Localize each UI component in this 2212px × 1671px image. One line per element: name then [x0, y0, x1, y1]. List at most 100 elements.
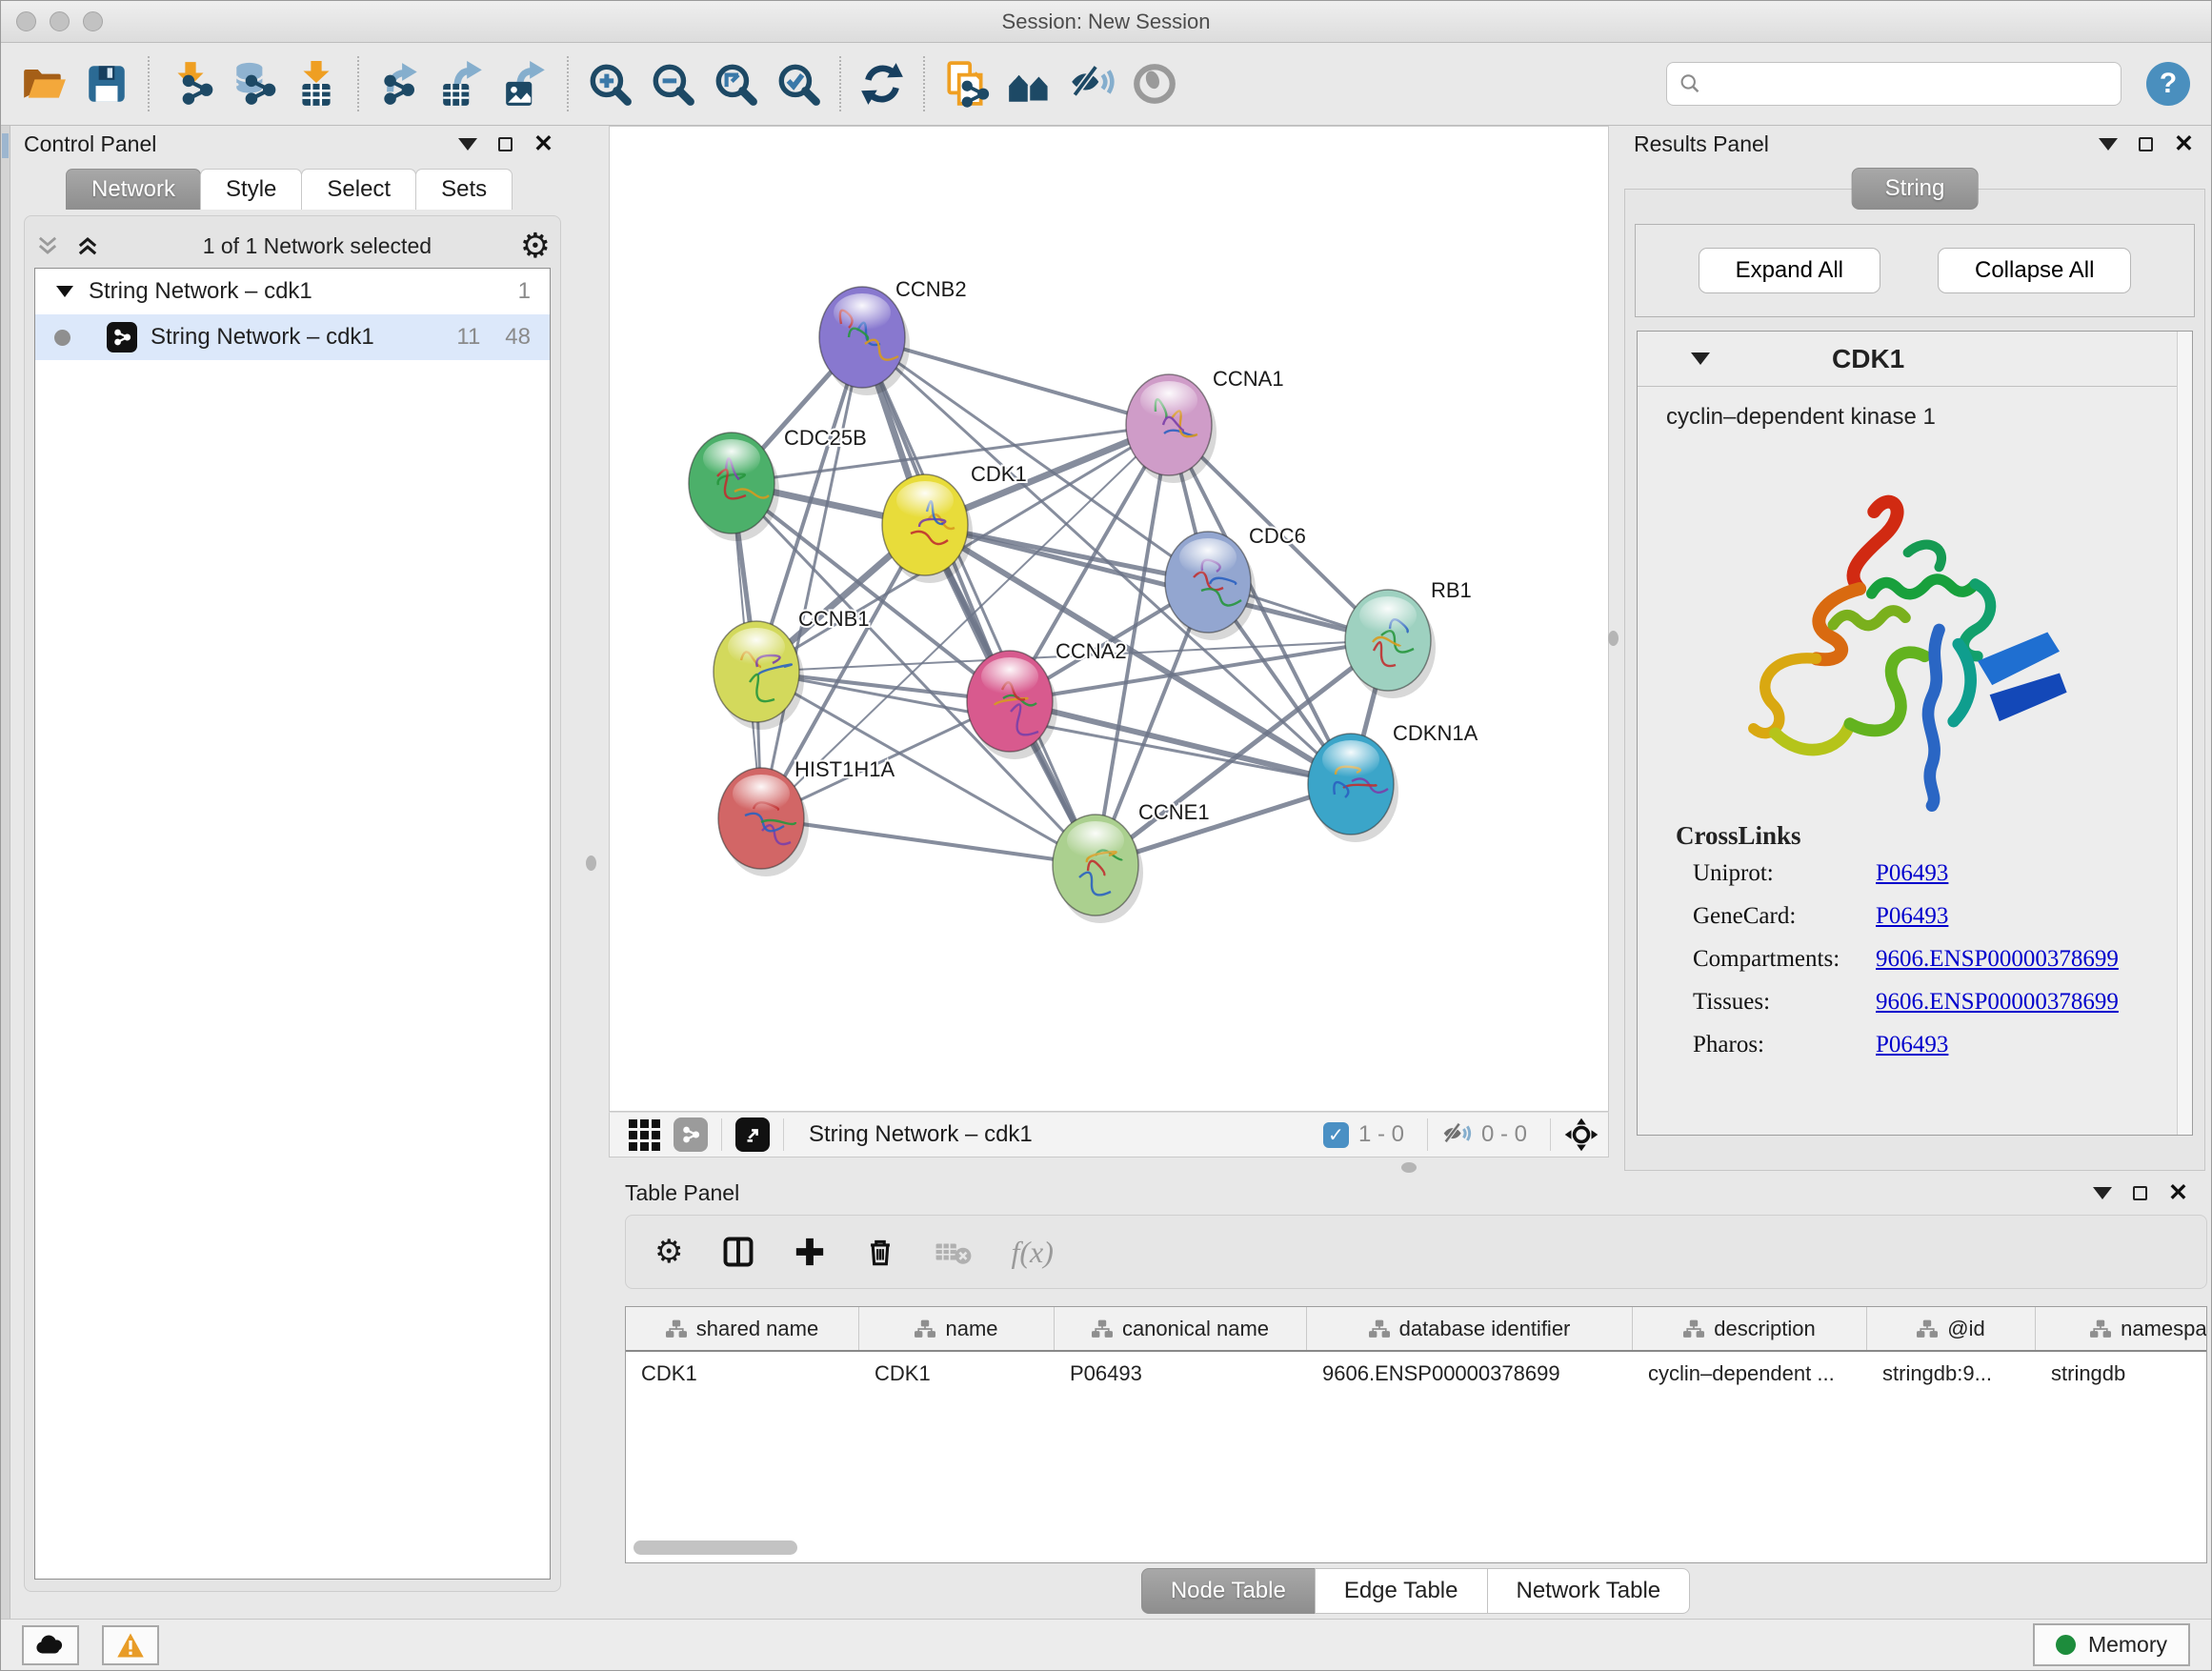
import-network-from-database-icon[interactable]	[222, 50, 285, 117]
column-header-name[interactable]: name	[859, 1307, 1055, 1350]
open-session-icon[interactable]	[12, 50, 75, 117]
refresh-view-icon[interactable]	[851, 50, 914, 117]
tab-sets[interactable]: Sets	[415, 169, 513, 210]
node-entry-header[interactable]: CDK1	[1638, 332, 2192, 387]
zoom-out-icon[interactable]	[641, 50, 704, 117]
detach-view-icon[interactable]	[735, 1117, 770, 1152]
import-table-from-file-icon[interactable]	[285, 50, 348, 117]
selected-checkbox-icon[interactable]: ✓	[1323, 1122, 1349, 1148]
birds-eye-view-icon[interactable]	[1564, 1117, 1599, 1152]
tab-edge-table[interactable]: Edge Table	[1315, 1568, 1488, 1614]
delete-table-icon[interactable]	[935, 1236, 973, 1268]
crosslink-row: Compartments:9606.ENSP00000378699	[1676, 946, 2192, 973]
panel-close-icon[interactable]: ✕	[2168, 1181, 2188, 1205]
table-settings-gear-icon[interactable]: ⚙	[654, 1236, 683, 1268]
help-icon[interactable]: ?	[2146, 62, 2190, 106]
control-panel-title: Control Panel	[24, 131, 156, 157]
grid-view-icon[interactable]	[629, 1119, 660, 1151]
panel-float-icon[interactable]	[498, 137, 513, 151]
table-cell[interactable]: 9606.ENSP00000378699	[1307, 1352, 1633, 1396]
zoom-selected-icon[interactable]	[767, 50, 830, 117]
network-thumbnail-icon[interactable]	[674, 1117, 708, 1152]
tab-network-table[interactable]: Network Table	[1487, 1568, 1691, 1614]
hide-selected-icon[interactable]	[1060, 50, 1123, 117]
delete-column-icon[interactable]	[864, 1236, 896, 1268]
left-divider-handle[interactable]	[586, 856, 596, 871]
table-cell[interactable]: cyclin–dependent ...	[1633, 1352, 1867, 1396]
expand-all-icon[interactable]	[74, 232, 101, 259]
search-box[interactable]	[1666, 62, 2122, 106]
close-window-button[interactable]	[16, 11, 36, 31]
tab-network[interactable]: Network	[66, 169, 201, 210]
table-cell[interactable]: P06493	[1055, 1352, 1307, 1396]
crosslink-link[interactable]: 9606.ENSP00000378699	[1876, 989, 2119, 1016]
network-canvas[interactable]: CCNB2CCNA1CDC25BCDK1CDC6RB1CCNB1CCNA2CDK…	[609, 126, 1609, 1112]
duplicate-network-icon[interactable]	[935, 50, 997, 117]
crosslink-link[interactable]: P06493	[1876, 903, 1948, 930]
column-header-sharedname[interactable]: shared name	[626, 1307, 859, 1350]
panel-float-icon[interactable]	[2133, 1186, 2147, 1200]
export-network-icon[interactable]	[369, 50, 432, 117]
minimize-window-button[interactable]	[50, 11, 70, 31]
export-table-icon[interactable]	[432, 50, 494, 117]
table-cell[interactable]: CDK1	[626, 1352, 859, 1396]
panel-close-icon[interactable]: ✕	[2174, 132, 2194, 156]
network-collection-row[interactable]: String Network – cdk1 1	[35, 269, 550, 314]
split-column-icon[interactable]	[721, 1235, 755, 1269]
panel-menu-icon[interactable]	[2093, 1187, 2112, 1199]
table-horizontal-scrollbar[interactable]	[633, 1540, 797, 1555]
crosslink-label: Tissues:	[1676, 989, 1876, 1016]
first-neighbors-icon[interactable]	[997, 50, 1060, 117]
save-session-icon[interactable]	[75, 50, 138, 117]
panel-menu-icon[interactable]	[458, 138, 477, 151]
network-row-selected[interactable]: String Network – cdk1 11 48	[35, 314, 550, 360]
cloud-status-button[interactable]	[22, 1625, 79, 1665]
warning-icon	[116, 1632, 145, 1659]
tab-string[interactable]: String	[1852, 168, 1979, 210]
search-input[interactable]	[1702, 71, 2109, 96]
toolbar-separator	[839, 56, 841, 111]
memory-indicator[interactable]: Memory	[2033, 1623, 2190, 1666]
table-cell[interactable]: CDK1	[859, 1352, 1055, 1396]
zoom-fit-content-icon[interactable]	[704, 50, 767, 117]
bottom-divider-handle[interactable]	[1401, 1162, 1417, 1173]
entry-gene-name: CDK1	[1832, 344, 1904, 374]
export-image-icon[interactable]	[494, 50, 557, 117]
crosslink-link[interactable]: P06493	[1876, 860, 1948, 887]
panel-float-icon[interactable]	[2139, 137, 2153, 151]
zoom-window-button[interactable]	[83, 11, 103, 31]
zoom-in-icon[interactable]	[578, 50, 641, 117]
collection-expand-icon[interactable]	[56, 286, 73, 297]
table-cell[interactable]: stringdb:9...	[1867, 1352, 2036, 1396]
tab-select[interactable]: Select	[301, 169, 416, 210]
crosslink-link[interactable]: 9606.ENSP00000378699	[1876, 946, 2119, 973]
entry-collapse-icon[interactable]	[1691, 352, 1710, 365]
tab-style[interactable]: Style	[200, 169, 302, 210]
collapse-all-button[interactable]: Collapse All	[1938, 248, 2131, 293]
panel-menu-icon[interactable]	[2099, 138, 2118, 151]
import-network-from-file-icon[interactable]	[159, 50, 222, 117]
column-header-namespace[interactable]: namespace	[2036, 1307, 2207, 1350]
column-header-description[interactable]: description	[1633, 1307, 1867, 1350]
right-divider-handle[interactable]	[1608, 631, 1619, 646]
column-header-id[interactable]: @id	[1867, 1307, 2036, 1350]
results-panel: Results Panel ✕ String Expand All Collap…	[1620, 126, 2212, 1175]
column-header-databaseidentifier[interactable]: database identifier	[1307, 1307, 1633, 1350]
tab-node-table[interactable]: Node Table	[1141, 1568, 1316, 1614]
table-cell[interactable]: stringdb	[2036, 1352, 2207, 1396]
add-column-icon[interactable]	[794, 1236, 826, 1268]
column-header-canonicalname[interactable]: canonical name	[1055, 1307, 1307, 1350]
column-type-icon	[1683, 1319, 1704, 1338]
network-node-count: 11	[456, 324, 480, 351]
network-options-gear-icon[interactable]: ⚙	[520, 229, 551, 263]
panel-close-icon[interactable]: ✕	[533, 132, 553, 156]
collapse-all-icon[interactable]	[34, 232, 61, 259]
crosslink-link[interactable]: P06493	[1876, 1032, 1948, 1058]
warning-status-button[interactable]	[102, 1625, 159, 1665]
network-graph[interactable]: CCNB2CCNA1CDC25BCDK1CDC6RB1CCNB1CCNA2CDK…	[610, 127, 1608, 1111]
results-scrollbar[interactable]	[2177, 332, 2192, 1135]
table-row[interactable]: CDK1CDK1P064939606.ENSP00000378699cyclin…	[626, 1352, 2206, 1396]
expand-all-button[interactable]: Expand All	[1699, 248, 1880, 293]
function-builder-icon[interactable]: f(x)	[1011, 1235, 1053, 1270]
show-hidden-icon[interactable]	[1123, 50, 1186, 117]
